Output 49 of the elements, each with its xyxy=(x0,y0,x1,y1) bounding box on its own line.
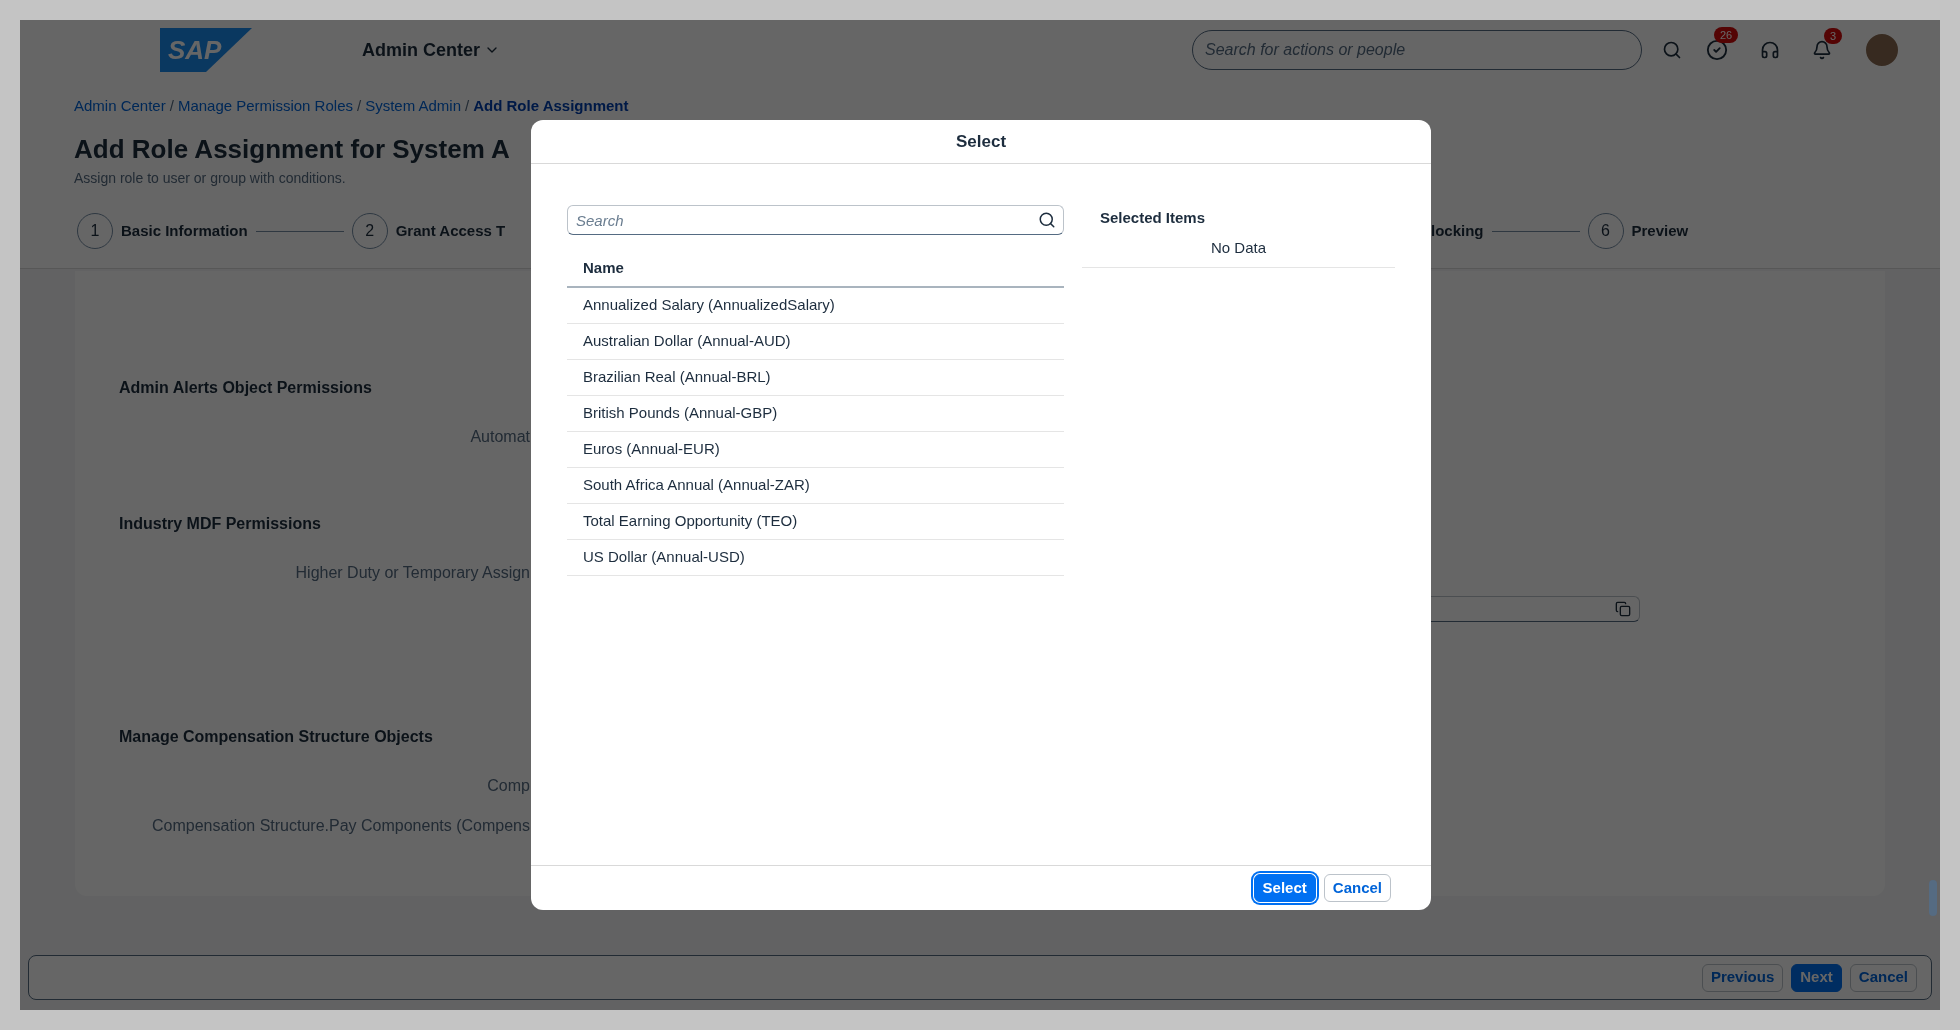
breadcrumb-link[interactable]: Add Role Assignment xyxy=(473,94,629,118)
field-label: Higher Duty or Temporary Assign xyxy=(295,564,530,581)
notification-icon[interactable] xyxy=(1812,40,1832,60)
breadcrumb-separator: / xyxy=(356,95,362,116)
breadcrumb-link[interactable]: System Admin xyxy=(365,94,461,118)
breadcrumb-link[interactable]: Admin Center xyxy=(74,94,166,118)
list-item[interactable]: British Pounds (Annual-GBP) xyxy=(567,396,1064,432)
field-label: Compensation Structure.Pay Components (Compens xyxy=(152,817,530,834)
primary-button[interactable]: Select xyxy=(1253,874,1316,902)
breadcrumb-separator: / xyxy=(169,95,174,116)
list-item[interactable]: Total Earning Opportunity (TEO) xyxy=(567,504,1064,540)
column-header: Name xyxy=(567,250,1064,288)
logo[interactable]: SAP xyxy=(160,28,252,72)
section-title: Admin Alerts Object Permissions xyxy=(119,378,372,398)
breadcrumb-separator: / xyxy=(465,95,470,116)
count-badge: 26 xyxy=(1714,27,1739,43)
headset-icon[interactable] xyxy=(1760,40,1780,60)
list-item[interactable]: Annualized Salary (AnnualizedSalary) xyxy=(567,288,1064,324)
secondary-button[interactable]: Cancel xyxy=(1323,874,1391,902)
todo-icon[interactable] xyxy=(1706,39,1728,61)
section-title: Manage Compensation Structure Objects xyxy=(119,727,433,747)
page-title: Add Role Assignment for System A xyxy=(74,133,510,166)
section-title: Industry MDF Permissions xyxy=(119,514,321,534)
secondary-button[interactable]: Cancel xyxy=(1849,963,1917,992)
dialog-title: Select xyxy=(531,120,1431,164)
search-field[interactable]: Search xyxy=(567,205,1064,235)
copy-icon[interactable] xyxy=(1615,601,1631,617)
breadcrumb-link[interactable]: Manage Permission Roles xyxy=(177,94,353,118)
list-item[interactable]: US Dollar (Annual-USD) xyxy=(567,540,1064,576)
list-item[interactable]: Brazilian Real (Annual-BRL) xyxy=(567,360,1064,396)
empty-message: No Data xyxy=(1082,230,1395,268)
secondary-button[interactable]: Previous xyxy=(1701,963,1784,992)
primary-button[interactable]: Next xyxy=(1791,963,1842,992)
scrollbar-thumb[interactable] xyxy=(1929,880,1937,916)
list-item[interactable]: Euros (Annual-EUR) xyxy=(567,432,1064,468)
step-label[interactable]: Grant Access T xyxy=(395,219,506,243)
page-subtitle: Assign role to user or group with conditions. xyxy=(73,169,347,187)
app-menu-button[interactable]: Admin Center xyxy=(362,36,500,64)
count-badge: 3 xyxy=(1824,28,1843,44)
step-label[interactable]: locking xyxy=(1431,219,1484,243)
global-search-field[interactable]: Search for actions or people xyxy=(1192,30,1642,70)
selected-items-title: Selected Items xyxy=(1099,208,1207,228)
list-item[interactable]: Australian Dollar (Annual-AUD) xyxy=(567,324,1064,360)
step-label[interactable]: Preview xyxy=(1631,219,1689,243)
list-item[interactable]: South Africa Annual (Annual-ZAR) xyxy=(567,468,1064,504)
search-icon[interactable] xyxy=(1038,211,1056,229)
field-label: Comp xyxy=(487,777,530,794)
field-label: Automat xyxy=(470,428,530,445)
step-label[interactable]: Basic Information xyxy=(121,219,248,243)
